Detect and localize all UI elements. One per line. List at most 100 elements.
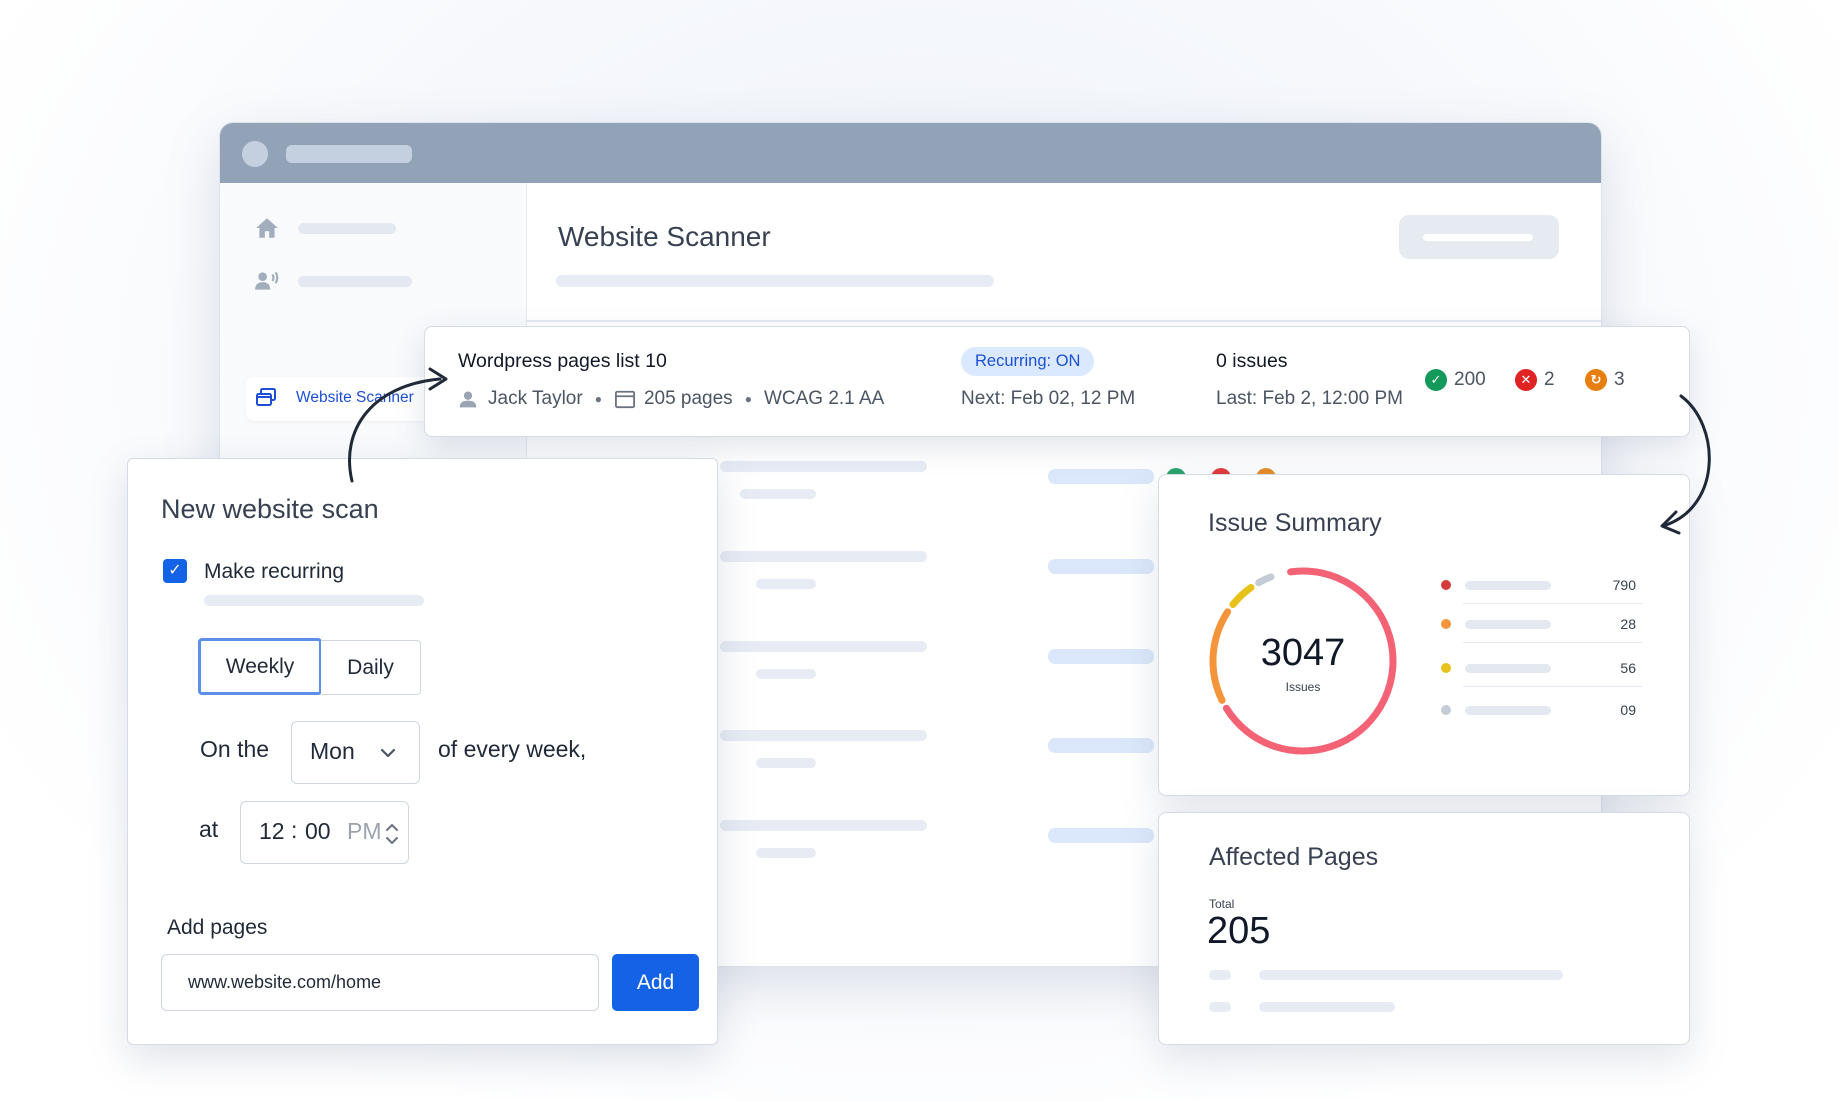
make-recurring-checkbox[interactable]: ✓: [163, 559, 187, 583]
donut-segment-3: [1255, 573, 1275, 587]
legend-row: 790: [1441, 568, 1642, 604]
recurring-badge: Recurring: ON: [961, 347, 1095, 376]
affected-pages-total-label: Total: [1209, 897, 1235, 911]
donut-segment-2: [1229, 584, 1255, 609]
on-the-label: On the: [200, 736, 270, 762]
page-url-input[interactable]: [161, 954, 599, 1011]
legend-label-placeholder: [1465, 664, 1551, 673]
time-minute[interactable]: 00: [305, 818, 331, 845]
chevron-down-icon: [380, 748, 396, 758]
list-row-placeholder: [720, 641, 927, 652]
page-row-placeholder: [1259, 1002, 1395, 1012]
list-row-placeholder: [720, 820, 927, 831]
legend-dot: [1441, 619, 1451, 629]
meta-separator: ●: [744, 392, 752, 406]
of-every-week-label: of every week,: [438, 736, 587, 762]
legend-value: 28: [1620, 616, 1636, 632]
legend-dot: [1441, 705, 1451, 715]
affected-pages-title: Affected Pages: [1209, 843, 1379, 871]
scan-row-card[interactable]: Wordpress pages list 10 Jack Taylor ● 20…: [424, 326, 1690, 437]
website-scanner-icon: [256, 388, 276, 406]
pending-count: 3: [1614, 369, 1625, 390]
page-row-placeholder: [1209, 1002, 1231, 1012]
frequency-daily-button[interactable]: Daily: [321, 640, 421, 695]
scan-name: Wordpress pages list 10: [458, 350, 667, 372]
failed-count: 2: [1544, 369, 1555, 390]
at-label: at: [199, 816, 219, 842]
time-hour[interactable]: 12: [259, 818, 285, 845]
legend-dot: [1441, 663, 1451, 673]
scan-standard: WCAG 2.1 AA: [763, 388, 885, 409]
sidebar-item-users[interactable]: [254, 266, 494, 296]
panel-title: New website scan: [161, 494, 379, 524]
passed-count: 200: [1454, 369, 1486, 390]
affected-pages-total: 205: [1207, 910, 1271, 952]
legend-dot: [1441, 580, 1451, 590]
sidebar-item-placeholder: [298, 223, 396, 234]
sidebar-item-label: Website Scanner: [296, 389, 414, 406]
add-pages-label: Add pages: [167, 916, 268, 939]
legend-label-placeholder: [1465, 581, 1551, 590]
scan-owner: Jack Taylor: [488, 388, 583, 409]
list-row-placeholder: [756, 489, 816, 499]
legend-value: 56: [1620, 660, 1636, 676]
legend-divider: [1463, 686, 1642, 687]
list-row-badge-placeholder: [1048, 469, 1154, 484]
day-select-value: Mon: [310, 738, 355, 764]
subtitle-placeholder: [556, 275, 994, 287]
list-row-badge-placeholder: [1048, 738, 1154, 753]
list-row-placeholder: [756, 758, 816, 768]
list-row-badge-placeholder: [1048, 559, 1154, 574]
affected-pages-card: Affected Pages Total 205: [1158, 812, 1690, 1045]
time-period[interactable]: PM: [347, 818, 382, 845]
legend-row: 56: [1441, 651, 1642, 687]
list-row-placeholder: [720, 551, 927, 562]
window-titlebar: [220, 123, 1601, 183]
window-title-placeholder: [286, 145, 412, 163]
list-row-placeholder: [720, 730, 927, 741]
list-row-placeholder: [756, 579, 816, 589]
list-row-badge-placeholder: [1048, 828, 1154, 843]
issue-summary-title: Issue Summary: [1208, 509, 1382, 537]
new-scan-panel: New website scan ✓ Make recurring Weekly…: [127, 458, 718, 1045]
list-row-badge-placeholder: [1048, 649, 1154, 664]
scan-pages: 205 pages: [643, 388, 733, 409]
list-row-placeholder: [720, 461, 927, 472]
page-row-placeholder: [1209, 970, 1231, 980]
legend-value: 09: [1620, 702, 1636, 718]
add-page-button[interactable]: Add: [612, 954, 699, 1011]
legend-label-placeholder: [1465, 706, 1551, 715]
legend-row: 09: [1441, 693, 1636, 729]
header-action-label-placeholder: [1423, 234, 1533, 241]
x-circle-icon: ✕: [1515, 369, 1537, 391]
legend-divider: [1463, 642, 1642, 643]
donut-total-label: Issues: [1285, 680, 1321, 694]
stepper-icon[interactable]: [384, 821, 400, 847]
time-input[interactable]: 12 : 00 PM: [240, 801, 409, 864]
checkbox-check-icon: ✓: [168, 562, 182, 579]
donut-total: 3047: [1260, 632, 1346, 674]
page-title: Website Scanner: [558, 221, 771, 252]
issue-summary-card: Issue Summary 3047 Issues 790 28 56 09: [1158, 474, 1690, 796]
legend-divider: [1463, 603, 1642, 604]
legend-label-placeholder: [1465, 620, 1551, 629]
day-select[interactable]: Mon: [291, 721, 420, 784]
window-control[interactable]: [242, 141, 268, 167]
sidebar-item-home[interactable]: [254, 213, 494, 243]
pending-stat: ↻ 3: [1585, 369, 1625, 391]
check-circle-icon: ✓: [1425, 369, 1447, 391]
time-separator: :: [291, 817, 298, 843]
meta-separator: ●: [594, 392, 602, 406]
recurring-description-placeholder: [204, 595, 424, 606]
user-icon: [459, 391, 477, 408]
issues-count: 0 issues: [1216, 350, 1288, 372]
legend-row: 28: [1441, 607, 1642, 643]
calendar-icon: [614, 390, 635, 409]
users-icon: [255, 271, 279, 290]
frequency-weekly-button[interactable]: Weekly: [198, 638, 322, 695]
home-icon: [256, 218, 278, 238]
page-row-placeholder: [1259, 970, 1563, 980]
make-recurring-label[interactable]: Make recurring: [204, 560, 344, 584]
failed-stat: ✕ 2: [1515, 369, 1555, 391]
issues-donut-chart: 3047 Issues: [1204, 562, 1402, 760]
